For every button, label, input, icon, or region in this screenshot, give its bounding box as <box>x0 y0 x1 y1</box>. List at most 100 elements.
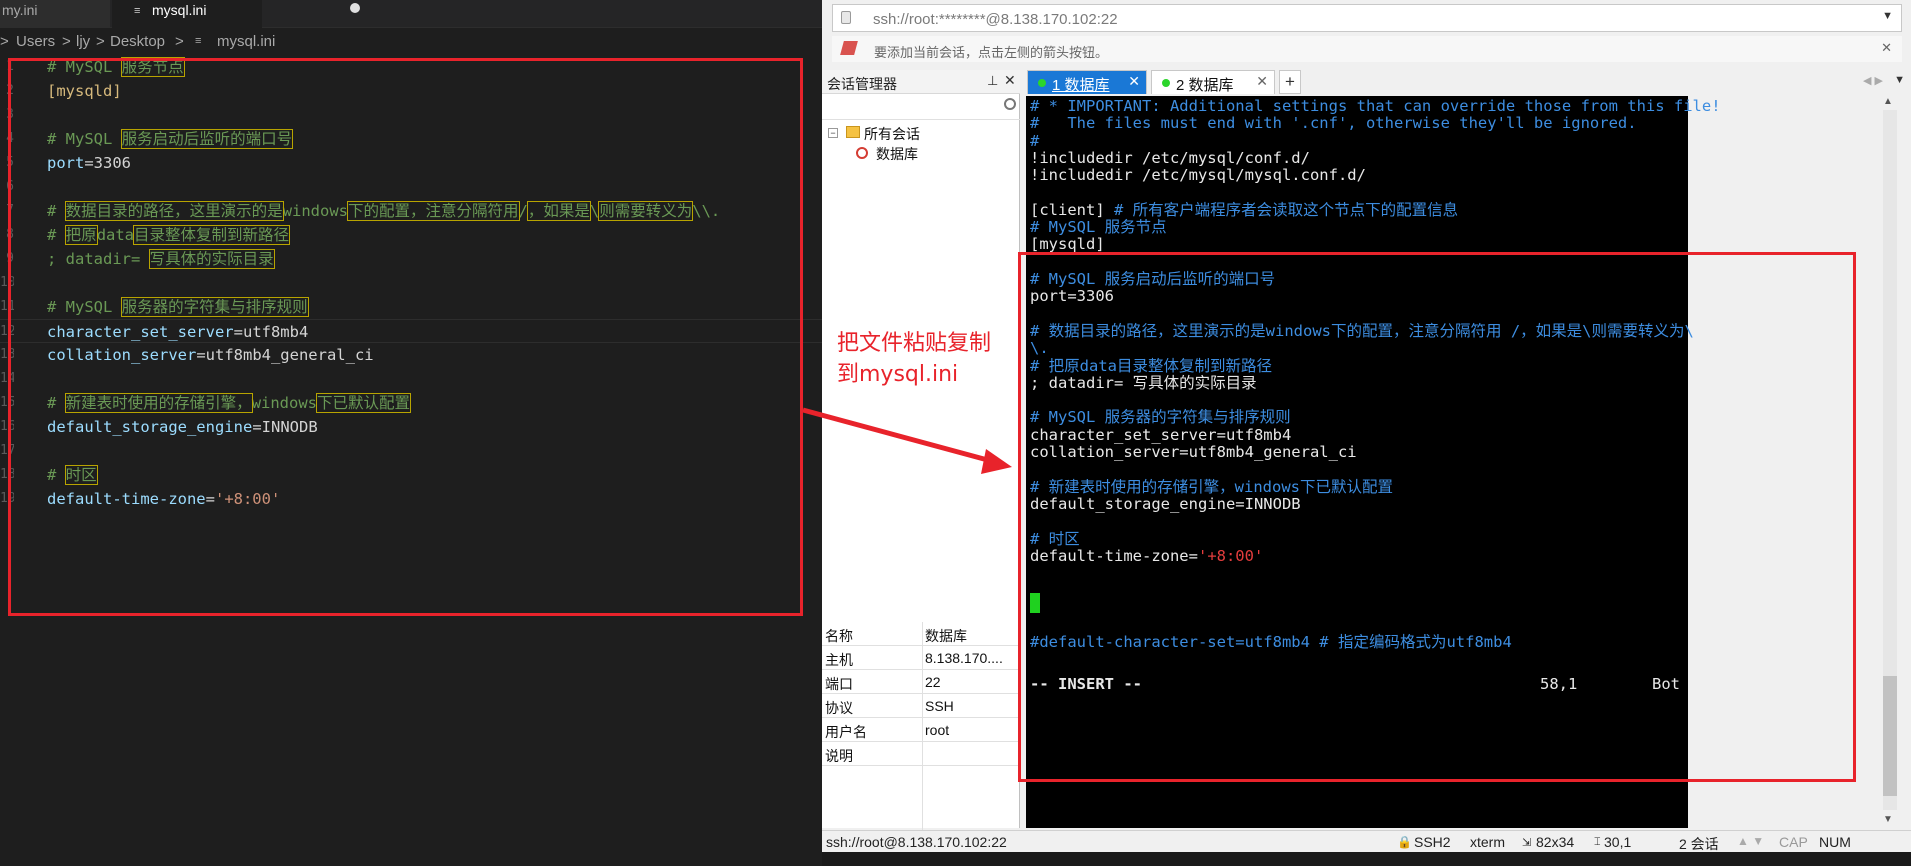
code-token: INNODB <box>261 418 318 436</box>
tab-label: 2 数据库 <box>1176 77 1234 94</box>
line-number: 5 <box>6 155 14 170</box>
code-token: 目录整体复制到新路径 <box>133 225 291 245</box>
tab-session-1[interactable]: 1 数据库 ✕ <box>1027 70 1147 94</box>
code-line[interactable]: 5 port=3306 <box>0 151 822 175</box>
line-number: 13 <box>0 347 14 362</box>
line-number: 10 <box>0 275 14 290</box>
address-bar[interactable]: ssh://root:********@8.138.170.102:22 ▼ <box>832 4 1902 32</box>
terminal-line: !includedir /etc/mysql/mysql.conf.d/ <box>1030 165 1366 186</box>
terminal-token: #default-character-set=utf8mb4 # 指定编码格式为… <box>1030 633 1512 652</box>
close-icon[interactable]: ✕ <box>1128 73 1140 90</box>
scroll-down-icon[interactable]: ▼ <box>1883 814 1893 825</box>
tab-label: my.ini <box>2 2 38 18</box>
session-arrows-icon[interactable]: ▲ ▼ <box>1737 834 1764 848</box>
code-token: 数据目录的路径，这里演示的是 <box>64 201 284 221</box>
terminal-token: # 所有客户端程序者会读取这个节点下的配置信息 <box>1114 200 1459 219</box>
tree-label: 所有会话 <box>864 126 920 142</box>
code-line[interactable]: 16 default_storage_engine=INNODB <box>0 415 822 439</box>
hint-bar: 要添加当前会话，点击左侧的箭头按钮。 ✕ <box>832 36 1902 62</box>
code-token: utf8mb4_general_ci <box>205 346 374 364</box>
code-token: 下已默认配置 <box>316 393 412 413</box>
pin-icon[interactable]: ⊥ <box>987 73 998 89</box>
code-line[interactable]: 8 # 把原data目录整体复制到新路径 <box>0 223 822 247</box>
line-number: 8 <box>6 227 14 242</box>
code-token: utf8mb4 <box>242 323 309 341</box>
status-num: NUM <box>1819 834 1851 850</box>
terminal-scrollbar[interactable]: ▲ ▼ <box>1869 96 1911 828</box>
code-line[interactable]: 15 # 新建表时使用的存储引擎，windows下已默认配置 <box>0 391 822 415</box>
session-search-input[interactable] <box>822 96 1020 120</box>
code-text: character_set_server=utf8mb4 <box>47 320 308 344</box>
code-text: default_storage_engine=INNODB <box>47 415 318 439</box>
code-line[interactable]: 19 default-time-zone='+8:00' <box>0 487 822 511</box>
line-number: 3 <box>6 107 14 122</box>
code-token: # <box>47 466 66 484</box>
scroll-up-icon[interactable]: ▲ <box>1883 96 1893 107</box>
code-line[interactable]: 7 # 数据目录的路径，这里演示的是windows下的配置，注意分隔符用/，如果是… <box>0 199 822 223</box>
code-token: / <box>518 202 528 220</box>
status-sessions: 2 会话 <box>1679 836 1719 852</box>
code-text: port=3306 <box>47 151 131 175</box>
terminal-line: ; datadir= 写具体的实际目录 <box>1030 373 1257 394</box>
tab-list-dropdown-icon[interactable]: ▼ <box>1894 74 1905 86</box>
tab-my-ini[interactable]: my.ini <box>0 0 110 28</box>
status-terminal: xterm <box>1470 834 1505 850</box>
chevron-right-icon: > <box>62 33 71 50</box>
terminal-token: !includedir /etc/mysql/mysql.conf.d/ <box>1030 166 1366 185</box>
terminal-line: default_storage_engine=INNODB <box>1030 494 1301 515</box>
code-line[interactable]: 1 # MySQL 服务节点 <box>0 55 822 79</box>
breadcrumb-item[interactable]: Desktop <box>110 33 165 50</box>
code-line[interactable]: 17 <box>0 439 822 463</box>
breadcrumb-item[interactable]: mysql.ini <box>217 33 275 50</box>
code-line[interactable]: 11 # MySQL 服务器的字符集与排序规则 <box>0 295 822 319</box>
line-number: 16 <box>0 419 14 434</box>
code-line[interactable]: 2 [mysqld] <box>0 79 822 103</box>
unsaved-dot-icon[interactable] <box>350 3 360 13</box>
code-token: # <box>47 202 66 220</box>
code-line[interactable]: 3 <box>0 103 822 127</box>
code-line[interactable]: 4 # MySQL 服务启动后监听的端口号 <box>0 127 822 151</box>
close-icon[interactable]: ✕ <box>1881 40 1892 56</box>
code-line[interactable]: 18 # 时区 <box>0 463 822 487</box>
line-number: 4 <box>6 131 14 146</box>
line-number: 7 <box>6 203 14 218</box>
hint-text: 要添加当前会话，点击左侧的箭头按钮。 <box>874 45 1109 60</box>
line-number: 11 <box>0 299 14 314</box>
breadcrumb-item[interactable]: ljy <box>76 33 90 50</box>
code-text: # MySQL 服务启动后监听的端口号 <box>47 127 294 151</box>
code-token: character_set_server <box>47 323 234 341</box>
code-token: data <box>96 226 135 244</box>
collapse-icon[interactable]: − <box>828 128 838 138</box>
code-line[interactable]: 14 <box>0 367 822 391</box>
code-line[interactable]: 12 character_set_server=utf8mb4 <box>0 319 822 343</box>
code-text: default-time-zone='+8:00' <box>47 487 280 511</box>
terminal-token: # MySQL 服务节点 <box>1030 218 1167 237</box>
code-text: collation_server=utf8mb4_general_ci <box>47 343 374 367</box>
file-lines-icon: ≡ <box>134 5 141 17</box>
vim-mode: -- INSERT -- <box>1030 674 1142 693</box>
line-number: 12 <box>0 324 14 339</box>
property-row: 说明 <box>822 742 1020 766</box>
add-tab-button[interactable]: + <box>1279 70 1301 94</box>
terminal-line: [mysqld] <box>1030 234 1105 255</box>
close-icon[interactable]: ✕ <box>1004 72 1016 89</box>
code-token: default-time-zone <box>47 490 206 508</box>
terminal-token: # 把原data目录整体复制到新路径 <box>1030 356 1272 375</box>
code-line[interactable]: 9 ; datadir= 写具体的实际目录 <box>0 247 822 271</box>
close-icon[interactable]: ✕ <box>1256 73 1268 90</box>
status-cursor: 30,1 <box>1604 834 1632 850</box>
breadcrumb-item[interactable]: Users <box>16 33 55 50</box>
tab-mysql-ini[interactable]: ≡ mysql.ini <box>112 0 360 28</box>
code-line[interactable]: 10 <box>0 271 822 295</box>
bookmark-icon[interactable] <box>840 41 858 55</box>
dropdown-arrow-icon[interactable]: ▼ <box>1882 10 1893 22</box>
code-line[interactable]: 6 <box>0 175 822 199</box>
terminal[interactable]: # * IMPORTANT: Additional settings that … <box>1026 96 1721 828</box>
scrollbar-thumb[interactable] <box>1883 676 1897 796</box>
tab-scroll-arrows-icon[interactable]: ◀ ▶ <box>1863 74 1883 87</box>
search-icon[interactable] <box>1004 98 1016 110</box>
address-text: ssh://root:********@8.138.170.102:22 <box>873 11 1118 28</box>
tab-session-2[interactable]: 2 数据库 ✕ <box>1151 70 1275 94</box>
code-line[interactable]: 13 collation_server=utf8mb4_general_ci <box>0 343 822 367</box>
property-row: 用户名 root <box>822 718 1020 742</box>
